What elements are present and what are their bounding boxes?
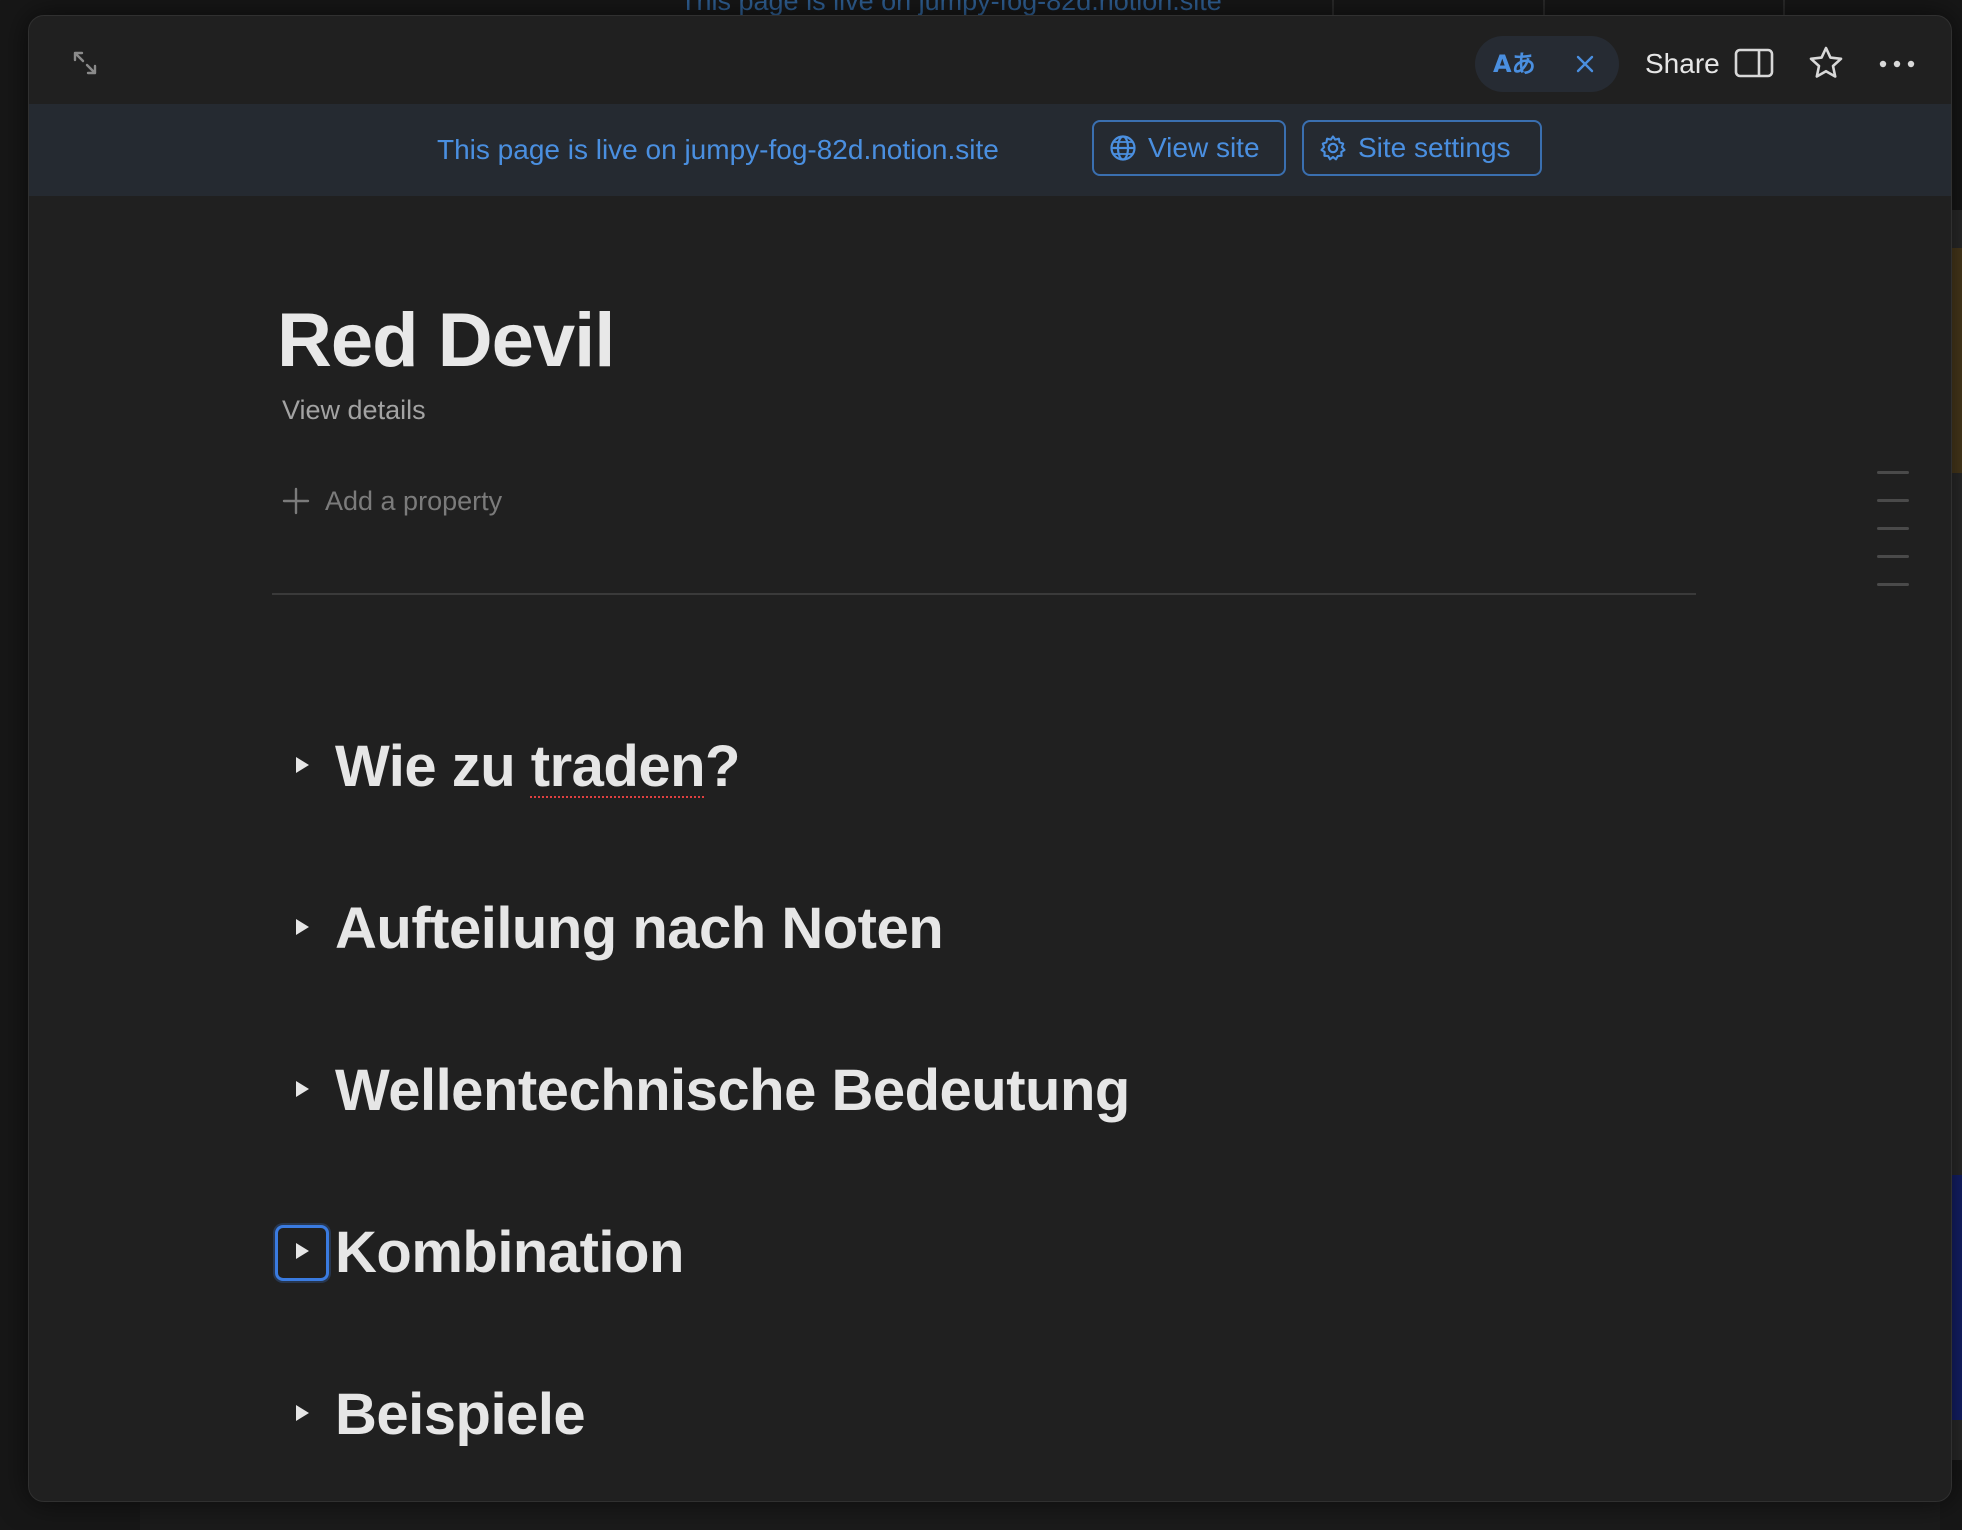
toggle-heading-text-part: Wie zu (335, 734, 531, 799)
side-panel-icon (1734, 47, 1774, 84)
view-details-link[interactable]: View details (282, 392, 426, 428)
toggle-heading-text-part: ? (705, 734, 740, 799)
toc-line (1877, 527, 1909, 530)
toggle-triangle-button[interactable] (275, 1063, 329, 1119)
triangle-right-icon (293, 1403, 311, 1428)
translate-pill[interactable]: Aあ (1475, 36, 1619, 92)
toc-line (1877, 471, 1909, 474)
add-property-label: Add a property (325, 485, 503, 516)
gear-icon (1318, 133, 1348, 163)
triangle-right-icon (293, 1079, 311, 1104)
toggle-heading[interactable]: Wellentechnische Bedeutung (275, 1051, 1130, 1131)
site-settings-button[interactable]: Site settings (1302, 120, 1542, 176)
toc-line (1877, 499, 1909, 502)
view-site-label: View site (1148, 132, 1260, 163)
more-horizontal-icon (1879, 56, 1915, 74)
misspelled-word: traden (530, 734, 706, 799)
toggle-heading-text[interactable]: Beispiele (335, 1375, 586, 1455)
properties-divider (272, 593, 1696, 595)
toggle-heading-text[interactable]: Wie zu traden? (335, 727, 740, 807)
more-options-button[interactable] (1872, 40, 1922, 90)
page-peek-modal: Aあ Share This page is live on jumpy-fog-… (28, 15, 1952, 1502)
toggle-heading[interactable]: Wie zu traden? (275, 727, 740, 807)
site-settings-label: Site settings (1358, 132, 1511, 163)
toggle-heading[interactable]: Aufteilung nach Noten (275, 889, 944, 969)
favorite-button[interactable] (1801, 40, 1851, 90)
toggle-heading-text[interactable]: Wellentechnische Bedeutung (335, 1051, 1130, 1131)
triangle-right-icon (293, 917, 311, 942)
toggle-triangle-button-focused[interactable] (275, 1225, 329, 1281)
add-property-button[interactable]: Add a property (281, 481, 502, 521)
share-button[interactable]: Share (1635, 38, 1730, 90)
page-title[interactable]: Red Devil (277, 296, 615, 386)
background-bottom-bar (140, 1500, 1940, 1530)
triangle-right-icon (293, 755, 311, 780)
view-site-button[interactable]: View site (1092, 120, 1286, 176)
triangle-right-icon (293, 1241, 311, 1266)
side-panel-button[interactable] (1729, 40, 1779, 90)
toggle-heading[interactable]: Kombination (275, 1213, 684, 1293)
toc-line (1877, 583, 1909, 586)
globe-icon (1108, 133, 1138, 163)
toggle-heading-text[interactable]: Aufteilung nach Noten (335, 889, 944, 969)
close-icon[interactable] (1569, 48, 1601, 80)
star-icon (1808, 45, 1844, 86)
toc-line (1877, 555, 1909, 558)
toggle-triangle-button[interactable] (275, 739, 329, 795)
expand-arrows-icon (72, 50, 98, 81)
published-site-text: This page is live on jumpy-fog-82d.notio… (437, 134, 999, 165)
published-site-banner: This page is live on jumpy-fog-82d.notio… (29, 104, 1951, 196)
translate-icon: Aあ (1493, 50, 1536, 78)
toggle-triangle-button[interactable] (275, 1387, 329, 1443)
toggle-heading-text[interactable]: Kombination (335, 1213, 684, 1293)
table-of-contents-indicator[interactable] (1877, 471, 1909, 611)
plus-icon (281, 486, 311, 516)
page-content: Red Devil View details Add a property Wi… (29, 196, 1951, 1501)
expand-button[interactable] (63, 43, 107, 87)
toggle-triangle-button[interactable] (275, 901, 329, 957)
toggle-heading[interactable]: Beispiele (275, 1375, 586, 1455)
modal-topbar: Aあ Share (29, 16, 1951, 104)
